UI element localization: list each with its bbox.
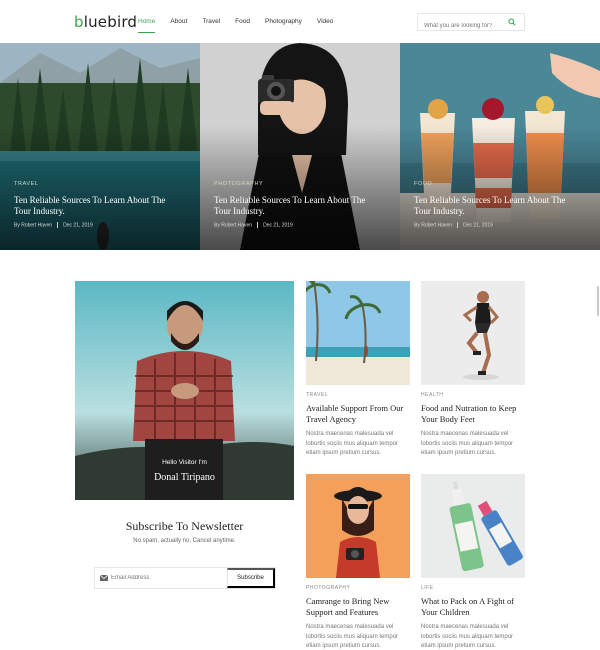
- nav-item-video[interactable]: Video: [317, 18, 334, 25]
- site-header: bluebird Home About Travel Food Photogra…: [0, 0, 600, 43]
- hero-category[interactable]: Food: [414, 181, 432, 187]
- nav-item-travel[interactable]: Travel: [202, 18, 220, 25]
- article-image[interactable]: [421, 474, 525, 578]
- hero-card-photography[interactable]: Photography Ten Reliable Sources To Lear…: [200, 43, 400, 250]
- hero-category[interactable]: Photography: [214, 181, 263, 187]
- article-image[interactable]: [306, 474, 410, 578]
- nav-item-food[interactable]: Food: [235, 18, 250, 25]
- article-excerpt: Nostra maecenas malesuada vel lobortis s…: [306, 624, 399, 650]
- hero-card-travel[interactable]: Travel Ten Reliable Sources To Learn Abo…: [0, 43, 200, 250]
- hero-title[interactable]: Ten Reliable Sources To Learn About The …: [14, 195, 184, 217]
- newsletter-form: Subscribe: [94, 567, 276, 589]
- article-title[interactable]: Camrange to Bring New Support and Featur…: [306, 596, 410, 617]
- hero-title[interactable]: Ten Reliable Sources To Learn About The …: [214, 195, 384, 217]
- search-icon[interactable]: [508, 18, 516, 26]
- article-category[interactable]: Travel: [306, 392, 410, 398]
- article-excerpt: Nostra maecenas malesuada vel lobortis s…: [421, 431, 514, 457]
- main-nav: Home About Travel Food Photography Video: [138, 18, 348, 33]
- hero-card-food[interactable]: Food Ten Reliable Sources To Learn About…: [400, 43, 600, 250]
- fitness-woman-image: [421, 281, 525, 385]
- hero-category[interactable]: Travel: [14, 181, 39, 187]
- newsletter-title: Subscribe To Newsletter: [125, 519, 244, 533]
- article-category[interactable]: Health: [421, 392, 525, 398]
- email-input[interactable]: [111, 571, 223, 585]
- hero-slider: Travel Ten Reliable Sources To Learn Abo…: [0, 43, 600, 250]
- article-image[interactable]: [306, 281, 410, 385]
- article-excerpt: Nostra maecenas malesuada vel lobortis s…: [306, 431, 399, 457]
- profile-name: Donal Tiripano: [154, 472, 215, 483]
- hero-meta: By Robert Haven Dec 21, 2019: [214, 222, 293, 229]
- article-card: Photography Camrange to Bring New Suppor…: [306, 474, 410, 650]
- author-profile-card[interactable]: Hello Visitor I'm Donal Tiripano: [75, 281, 294, 500]
- search-input[interactable]: [418, 18, 508, 34]
- profile-greeting: Hello Visitor I'm: [162, 459, 207, 466]
- article-card: Travel Available Support From Our Travel…: [306, 281, 410, 459]
- nav-item-photography[interactable]: Photography: [265, 18, 302, 25]
- article-image[interactable]: [421, 281, 525, 385]
- article-card: Life What to Pack on A Fight of Your Chi…: [421, 474, 525, 650]
- article-category[interactable]: Life: [421, 585, 525, 591]
- search-box: [417, 13, 525, 34]
- article-category[interactable]: Photography: [306, 585, 410, 591]
- beach-palm-image: [306, 281, 410, 385]
- page-scrollbar[interactable]: [597, 286, 599, 316]
- nav-item-about[interactable]: About: [170, 18, 187, 25]
- subscribe-button[interactable]: Subscribe: [227, 568, 275, 588]
- hero-title[interactable]: Ten Reliable Sources To Learn About The …: [414, 195, 584, 217]
- article-card: Health Food and Nutration to Keep Your B…: [421, 281, 525, 459]
- article-excerpt: Nostra maecenas malesuada vel lobortis s…: [421, 624, 514, 650]
- newsletter-subtitle: No spam, actually no, Cancel anytime.: [133, 538, 236, 544]
- nav-item-home[interactable]: Home: [138, 18, 156, 33]
- hero-meta: By Robert Haven Dec 21, 2019: [414, 222, 493, 229]
- author-photo: [75, 281, 294, 500]
- cosmetic-bottles-image: [421, 474, 525, 578]
- site-logo[interactable]: bluebird: [74, 13, 137, 31]
- article-title[interactable]: Food and Nutration to Keep Your Body Fee…: [421, 403, 525, 424]
- mail-icon: [100, 575, 108, 581]
- woman-hat-camera-image: [306, 474, 410, 578]
- article-title[interactable]: Available Support From Our Travel Agency: [306, 403, 410, 424]
- article-title[interactable]: What to Pack on A Fight of Your Children: [421, 596, 525, 617]
- hero-meta: By Robert Haven Dec 21, 2019: [14, 222, 93, 229]
